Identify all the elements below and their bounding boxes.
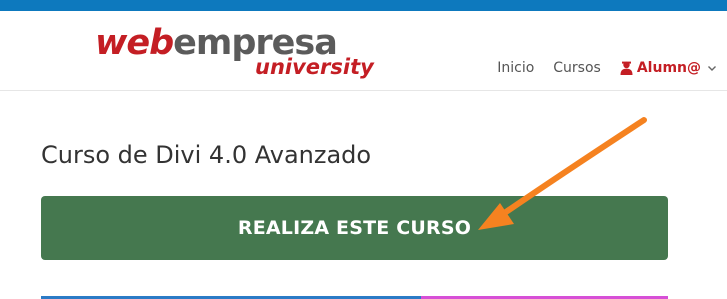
- nav-item-cursos[interactable]: Cursos: [553, 60, 601, 76]
- user-menu-label: Alumn@: [636, 60, 701, 76]
- logo-university-text: university: [255, 55, 374, 79]
- logo-web-text: web: [95, 23, 174, 63]
- chevron-down-icon: [708, 66, 716, 71]
- nav-item-inicio[interactable]: Inicio: [497, 60, 534, 76]
- enroll-course-button[interactable]: REALIZA ESTE CURSO: [41, 196, 668, 260]
- webempresa-university-logo[interactable]: webempresa university: [95, 23, 374, 85]
- top-accent-bar: [0, 0, 727, 11]
- main-nav: Inicio Cursos Alumn@: [478, 60, 717, 76]
- nav-item-user-menu[interactable]: Alumn@: [620, 60, 717, 76]
- user-icon: [620, 61, 633, 75]
- course-title: Curso de Divi 4.0 Avanzado: [41, 141, 372, 169]
- site-header: webempresa university Inicio Cursos Alum…: [0, 11, 727, 91]
